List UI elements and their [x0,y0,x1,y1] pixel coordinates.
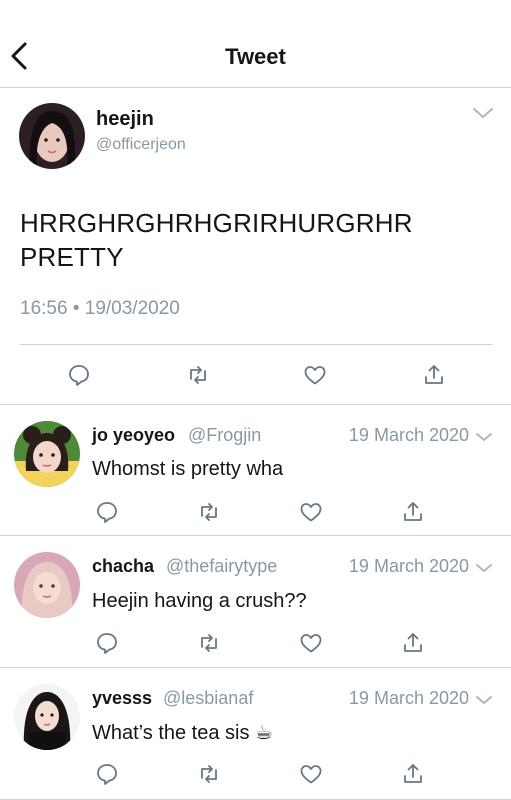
author-handle[interactable]: @lesbianaf [163,688,253,709]
main-tweet: heejin @officerjeon HRRGHRGHRHGRIRHURGRH… [0,88,511,405]
reply-date: 19 March 2020 [348,556,469,576]
avatar[interactable] [14,421,80,487]
reply-icon[interactable] [95,631,119,655]
reply-date: 19 March 2020 [348,425,469,445]
author-handle[interactable]: @thefairytype [166,556,277,577]
author-handle[interactable]: @officerjeon [96,136,186,154]
reply-text: Heejin having a crush?? [92,590,307,612]
chevron-down-icon[interactable] [475,430,493,442]
reply-icon[interactable] [95,762,119,786]
tweet-actions [0,498,511,526]
tweet-actions [0,760,511,788]
share-icon[interactable] [401,500,425,524]
like-icon[interactable] [299,762,323,786]
avatar[interactable] [19,103,85,169]
divider [20,344,493,345]
top-bar: Tweet [0,0,511,88]
reply-text: Whomst is pretty wha [92,458,284,480]
author-name[interactable]: heejin [96,108,154,131]
author-name[interactable]: yvesss [92,688,152,709]
like-icon[interactable] [299,500,323,524]
page-title: Tweet [225,44,286,69]
avatar[interactable] [14,684,80,750]
author-handle[interactable]: @Frogjin [188,425,261,446]
tweet-text: HRRGHRGHRHGRIRHURGRHR PRETTY [20,206,490,274]
retweet-icon[interactable] [197,500,221,524]
like-icon[interactable] [303,363,327,387]
share-icon[interactable] [401,762,425,786]
retweet-icon[interactable] [186,363,210,387]
reply-tweet[interactable]: yvesss @lesbianaf 19 March 2020 What’s t… [0,668,511,800]
reply-icon[interactable] [67,363,91,387]
chevron-down-icon[interactable] [475,561,493,573]
chevron-down-icon[interactable] [475,693,493,705]
retweet-icon[interactable] [197,762,221,786]
tweet-actions [0,361,511,391]
avatar[interactable] [14,552,80,618]
tweet-actions [0,629,511,657]
share-icon[interactable] [422,363,446,387]
reply-tweet[interactable]: jo yeoyeo @Frogjin 19 March 2020 Whomst … [0,405,511,536]
tweet-text-line: HRRGHRGHRHGRIRHURGRHR [20,208,413,238]
tweet-text-line: PRETTY [20,242,124,272]
retweet-icon[interactable] [197,631,221,655]
author-name[interactable]: chacha [92,556,154,577]
like-icon[interactable] [299,631,323,655]
tweet-timestamp: 16:56 • 19/03/2020 [20,298,180,319]
reply-text: What’s the tea sis ☕ [92,722,273,744]
author-name[interactable]: jo yeoyeo [92,425,175,446]
share-icon[interactable] [401,631,425,655]
reply-date: 19 March 2020 [348,688,469,708]
reply-icon[interactable] [95,500,119,524]
reply-tweet[interactable]: chacha @thefairytype 19 March 2020 Heeji… [0,536,511,668]
chevron-down-icon[interactable] [472,106,494,120]
